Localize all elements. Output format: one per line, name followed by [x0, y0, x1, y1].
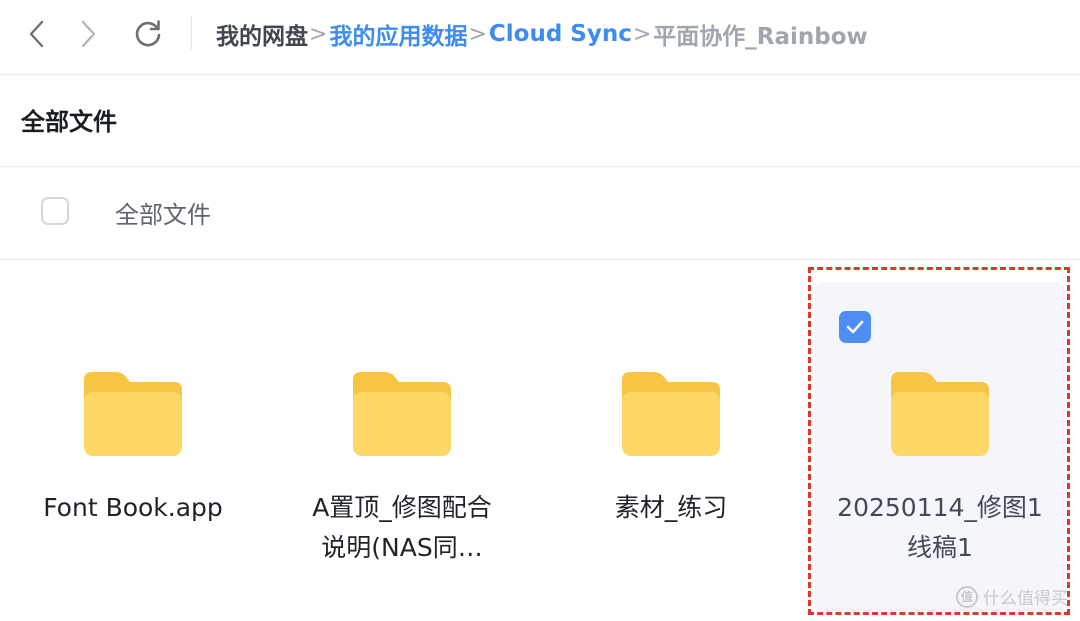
navigation-bar: 我的网盘 > 我的应用数据 > Cloud Sync > 平面协作_Rainbo… [0, 0, 1080, 75]
watermark: 值 什么值得买 [956, 584, 1068, 609]
file-name: 20250114_修图1 线稿1 [837, 493, 1043, 562]
folder-icon [84, 372, 182, 456]
chevron-left-icon [29, 20, 44, 48]
file-tile-selected[interactable]: 20250114_修图1 线稿1 [815, 282, 1065, 612]
breadcrumb-item-app-data[interactable]: 我的应用数据 [329, 17, 467, 51]
breadcrumb-item-current: 平面协作_Rainbow [653, 24, 868, 50]
refresh-icon [135, 20, 161, 47]
folder-icon [622, 372, 720, 456]
forward-button[interactable] [70, 14, 106, 54]
nav-divider [191, 16, 192, 50]
breadcrumb-separator: > [632, 21, 652, 47]
file-tile[interactable]: 素材_练习 [546, 282, 796, 612]
checkmark-icon [846, 320, 864, 334]
folder-icon [891, 372, 989, 456]
file-tile[interactable]: A置顶_修图配合 说明(NAS同… [277, 282, 527, 612]
page-title: 全部文件 [21, 108, 117, 136]
watermark-text: 什么值得买 [983, 589, 1068, 609]
select-all-row: 全部文件 [0, 167, 1080, 260]
back-button[interactable] [19, 14, 55, 54]
file-checkbox-checked[interactable] [839, 311, 871, 343]
chevron-right-icon [81, 20, 96, 48]
file-tile[interactable]: Font Book.app [8, 282, 258, 612]
file-name: Font Book.app [43, 493, 223, 522]
select-all-checkbox[interactable] [41, 197, 69, 225]
watermark-logo-icon: 值 [956, 585, 978, 608]
refresh-button[interactable] [130, 14, 166, 54]
breadcrumb: 我的网盘 > 我的应用数据 > Cloud Sync > 平面协作_Rainbo… [216, 17, 868, 51]
file-grid: Font Book.app A置顶_修图配合 说明(NAS同… 素材_练习 20… [0, 260, 1080, 621]
breadcrumb-item-my-drive[interactable]: 我的网盘 [216, 17, 308, 51]
file-name: A置顶_修图配合 说明(NAS同… [312, 493, 492, 562]
select-all-label: 全部文件 [115, 201, 211, 229]
folder-icon [353, 372, 451, 456]
breadcrumb-separator: > [468, 21, 487, 47]
breadcrumb-item-cloud-sync[interactable]: Cloud Sync [489, 21, 632, 47]
breadcrumb-separator: > [309, 21, 328, 47]
file-name: 素材_练习 [614, 493, 728, 522]
